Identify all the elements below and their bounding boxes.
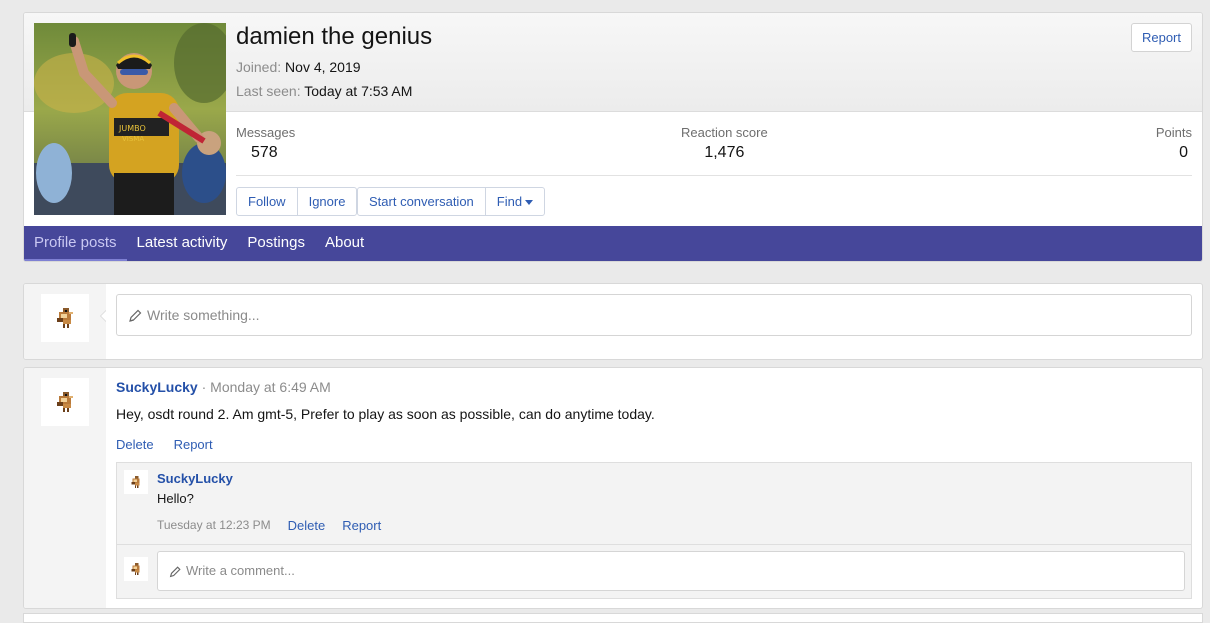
post-header: SuckyLucky · Monday at 6:49 AM <box>116 379 331 395</box>
stat-value: 1,476 <box>704 144 745 161</box>
bubble-tail <box>101 310 107 322</box>
report-user-button[interactable]: Report <box>1130 23 1192 52</box>
post-separator: · <box>201 379 207 395</box>
tab-latest-activity[interactable]: Latest activity <box>127 226 238 261</box>
last-seen-value: Today at 7:53 AM <box>304 83 413 99</box>
stat-label: Reaction score <box>681 125 768 140</box>
post-timestamp[interactable]: Monday at 6:49 AM <box>210 379 331 395</box>
find-label: Find <box>496 194 523 209</box>
post-actions: Delete Report <box>116 437 213 452</box>
post-body: Hey, osdt round 2. Am gmt-5, Prefer to p… <box>116 406 655 422</box>
profile-post-composer: Write something... <box>23 283 1203 360</box>
last-seen-label: Last seen: <box>236 83 301 99</box>
tab-postings[interactable]: Postings <box>237 226 315 261</box>
joined-value: Nov 4, 2019 <box>285 59 361 75</box>
write-something-input[interactable]: Write something... <box>116 294 1192 336</box>
pencil-icon <box>169 565 181 577</box>
next-post-card-edge <box>23 613 1203 623</box>
comment-placeholder: Write a comment... <box>186 563 295 578</box>
bird-sprite-icon <box>131 563 140 575</box>
joined-label: Joined: <box>236 59 282 75</box>
avatar[interactable] <box>41 294 89 342</box>
stat-value: 0 <box>1179 144 1188 161</box>
avatar[interactable] <box>41 378 89 426</box>
comment-meta: Tuesday at 12:23 PM Delete Report <box>157 518 381 533</box>
comment-text: Hello? <box>157 491 194 506</box>
last-seen-line: Last seen: Today at 7:53 AM <box>236 83 412 99</box>
delete-comment-link[interactable]: Delete <box>288 518 326 533</box>
bird-sprite-icon <box>57 392 73 412</box>
avatar[interactable] <box>124 470 148 494</box>
comment-author-link[interactable]: SuckyLucky <box>157 471 233 486</box>
delete-post-link[interactable]: Delete <box>116 437 154 452</box>
report-comment-link[interactable]: Report <box>342 518 381 533</box>
bird-sprite-icon <box>57 308 73 328</box>
comments-section: SuckyLucky Hello? Tuesday at 12:23 PM De… <box>116 462 1192 599</box>
ignore-button[interactable]: Ignore <box>296 188 357 215</box>
post-author-link[interactable]: SuckyLucky <box>116 379 198 395</box>
stats-divider <box>236 175 1192 176</box>
caret-down-icon <box>525 200 534 206</box>
stat-points[interactable]: Points 0 <box>1156 125 1192 162</box>
profile-tabs: Profile posts Latest activity Postings A… <box>24 226 1202 261</box>
stat-reaction-score[interactable]: Reaction score 1,476 <box>681 125 768 162</box>
composer-placeholder: Write something... <box>147 307 260 323</box>
avatar[interactable] <box>124 557 148 581</box>
write-comment-input[interactable]: Write a comment... <box>157 551 1185 591</box>
pencil-icon <box>129 309 142 323</box>
svg-text:JUMBO: JUMBO <box>118 124 146 133</box>
profile-post: SuckyLucky · Monday at 6:49 AM Hey, osdt… <box>23 367 1203 609</box>
tab-profile-posts[interactable]: Profile posts <box>24 226 127 261</box>
comment-timestamp[interactable]: Tuesday at 12:23 PM <box>157 518 271 533</box>
joined-line: Joined: Nov 4, 2019 <box>236 59 361 75</box>
stat-value: 578 <box>251 144 278 161</box>
comment-item: SuckyLucky Hello? Tuesday at 12:23 PM De… <box>117 463 1191 545</box>
follow-ignore-group: Follow Ignore <box>236 187 358 216</box>
bird-sprite-icon <box>131 476 140 488</box>
profile-card: JUMBO VISMA damien the genius Joined: No… <box>23 12 1203 262</box>
tab-about[interactable]: About <box>315 226 374 261</box>
report-post-link[interactable]: Report <box>174 437 213 452</box>
stat-label: Messages <box>236 125 296 140</box>
follow-button[interactable]: Follow <box>237 188 297 215</box>
stat-label: Points <box>1155 125 1192 140</box>
profile-avatar[interactable]: JUMBO VISMA <box>34 23 226 215</box>
find-dropdown-button[interactable]: Find <box>484 188 544 215</box>
svg-text:VISMA: VISMA <box>122 135 144 143</box>
stat-messages[interactable]: Messages 578 <box>236 125 295 162</box>
conversation-find-group: Start conversation Find <box>357 187 546 216</box>
start-conversation-button[interactable]: Start conversation <box>358 188 485 215</box>
profile-username: damien the genius <box>236 23 433 50</box>
